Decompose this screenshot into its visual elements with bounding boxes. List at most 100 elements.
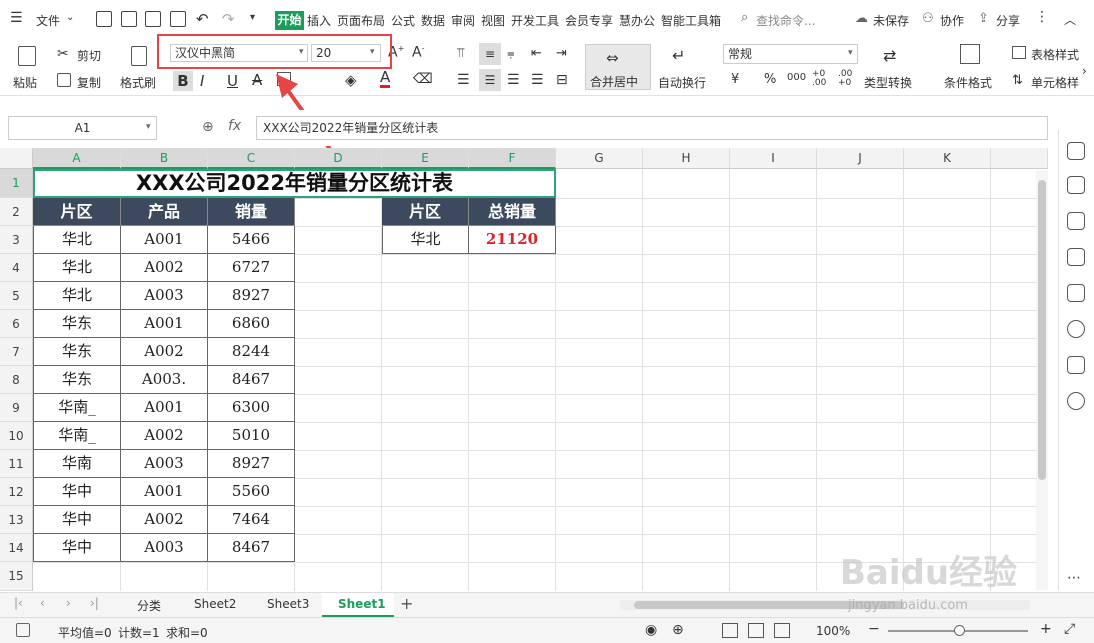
col-header-a[interactable]: A (33, 148, 121, 169)
zoom-icon[interactable]: ⊕ (202, 119, 214, 135)
data-cell-region[interactable]: 华东 (33, 366, 121, 394)
collapse-ribbon-icon[interactable]: ︿ (1064, 11, 1076, 28)
align-left-icon[interactable]: ☰ (457, 72, 470, 88)
rocket-icon[interactable] (1067, 142, 1085, 160)
table-style-button[interactable]: 表格样式 (1031, 46, 1079, 63)
indent-increase-icon[interactable]: ⇥ (556, 46, 567, 61)
col-header-l[interactable] (991, 148, 1048, 169)
tab-membership[interactable]: 会员专享 (565, 12, 613, 29)
wrap-text-icon[interactable]: ↵ (672, 46, 685, 65)
justify-icon[interactable]: ☰ (531, 72, 544, 88)
book-icon[interactable] (1067, 356, 1085, 374)
data-cell-sales[interactable]: 6860 (208, 310, 295, 338)
conditional-format-icon[interactable] (960, 44, 980, 64)
col-header-g[interactable]: G (556, 148, 643, 169)
data-cell-sales[interactable]: 8927 (208, 450, 295, 478)
quick-access-more-icon[interactable]: ▾ (250, 12, 255, 23)
sheet-tab-sheet1[interactable]: Sheet1 (322, 593, 394, 617)
panel-more-icon[interactable]: ⋯ (1067, 570, 1081, 586)
data-cell-product[interactable]: A002 (121, 422, 208, 450)
thousands-icon[interactable]: 000 (787, 72, 806, 83)
unsaved-button[interactable]: 未保存 (873, 12, 909, 29)
save-icon[interactable] (96, 11, 112, 27)
col-header-f[interactable]: F (469, 148, 556, 169)
row-header-11[interactable]: 11 (0, 450, 33, 478)
data-cell-sales[interactable]: 8927 (208, 282, 295, 310)
export-icon[interactable] (121, 11, 137, 27)
data-cell-region[interactable]: 华东 (33, 310, 121, 338)
eye-protection-icon[interactable]: ◉ (645, 622, 657, 638)
sheet-title-cell[interactable]: XXX公司2022年销量分区统计表 (33, 169, 556, 198)
prev-sheet-icon[interactable]: ‹ (40, 596, 45, 610)
row-header-14[interactable]: 14 (0, 534, 33, 562)
summary-total-cell[interactable]: 21120 (469, 226, 556, 254)
data-cell-product[interactable]: A001 (121, 394, 208, 422)
undo-icon[interactable]: ↶ (196, 10, 209, 28)
row-header-6[interactable]: 6 (0, 310, 33, 338)
header-cell-region[interactable]: 片区 (33, 198, 121, 226)
data-cell-sales[interactable]: 8244 (208, 338, 295, 366)
zoom-in-icon[interactable]: + (1040, 621, 1052, 637)
page-break-view-icon[interactable] (774, 623, 790, 638)
number-format-dropdown-icon[interactable]: ▾ (848, 48, 853, 58)
last-sheet-icon[interactable]: ›| (90, 596, 99, 610)
data-cell-region[interactable]: 华南_ (33, 394, 121, 422)
row-header-10[interactable]: 10 (0, 422, 33, 450)
name-box[interactable]: A1 (8, 116, 157, 140)
decrease-decimal-icon[interactable]: .00 +0 (838, 70, 852, 88)
sheet-tab-sheet2[interactable]: Sheet2 (194, 597, 236, 611)
ribbon-scroll-right-icon[interactable]: › (1082, 64, 1087, 78)
sheet-tab-sheet3[interactable]: Sheet3 (267, 597, 309, 611)
zoom-slider[interactable] (888, 625, 1028, 636)
col-header-h[interactable]: H (643, 148, 730, 169)
data-cell-product[interactable]: A001 (121, 310, 208, 338)
crop-icon[interactable] (1067, 248, 1085, 266)
data-cell-region[interactable]: 华中 (33, 534, 121, 562)
col-header-j[interactable]: J (817, 148, 904, 169)
decrease-font-icon[interactable]: A- (412, 44, 424, 61)
copy-button[interactable]: 复制 (77, 74, 101, 91)
col-header-c[interactable]: C (208, 148, 295, 169)
indent-decrease-icon[interactable]: ⇤ (531, 46, 542, 61)
row-header-5[interactable]: 5 (0, 282, 33, 310)
data-cell-region[interactable]: 华中 (33, 506, 121, 534)
data-cell-sales[interactable]: 6727 (208, 254, 295, 282)
data-cell-product[interactable]: A003 (121, 534, 208, 562)
data-cell-sales[interactable]: 5010 (208, 422, 295, 450)
data-cell-product[interactable]: A003. (121, 366, 208, 394)
summary-header-region[interactable]: 片区 (382, 198, 469, 226)
row-header-15[interactable]: 15 (0, 562, 33, 591)
paste-button[interactable]: 粘贴 (13, 74, 37, 91)
italic-button[interactable]: I (200, 72, 204, 90)
cell-style-button[interactable]: 单元格样 (1031, 74, 1079, 91)
row-header-12[interactable]: 12 (0, 478, 33, 506)
data-cell-product[interactable]: A001 (121, 478, 208, 506)
row-header-1[interactable]: 1 (0, 169, 33, 198)
redo-icon[interactable]: ↷ (222, 10, 235, 28)
name-box-dropdown-icon[interactable]: ▾ (146, 122, 151, 132)
fx-label[interactable]: fx (228, 118, 241, 134)
image-tool-icon[interactable] (1067, 284, 1085, 302)
header-cell-sales[interactable]: 销量 (208, 198, 295, 226)
row-header-7[interactable]: 7 (0, 338, 33, 366)
underline-button[interactable]: U (227, 72, 238, 90)
vertical-scrollbar[interactable] (1036, 170, 1048, 590)
convert-icon[interactable]: ⇄ (883, 46, 896, 65)
col-header-e[interactable]: E (382, 148, 469, 169)
align-right-icon[interactable]: ☰ (507, 72, 520, 88)
wrap-text-button[interactable]: 自动换行 (658, 74, 706, 91)
tab-smart-toolbox[interactable]: 智能工具箱 (661, 12, 721, 29)
col-header-k[interactable]: K (904, 148, 991, 169)
data-cell-product[interactable]: A002 (121, 254, 208, 282)
paste-icon[interactable] (18, 46, 36, 66)
row-header-3[interactable]: 3 (0, 226, 33, 254)
conditional-format-button[interactable]: 条件格式 (944, 74, 992, 91)
data-cell-region[interactable]: 华东 (33, 338, 121, 366)
help-icon[interactable] (1067, 392, 1085, 410)
lightning-icon[interactable] (1067, 320, 1085, 338)
row-header-13[interactable]: 13 (0, 506, 33, 534)
data-cell-sales[interactable]: 8467 (208, 366, 295, 394)
col-header-i[interactable]: I (730, 148, 817, 169)
strikethrough-icon[interactable]: A (252, 71, 262, 89)
data-cell-region[interactable]: 华南 (33, 450, 121, 478)
